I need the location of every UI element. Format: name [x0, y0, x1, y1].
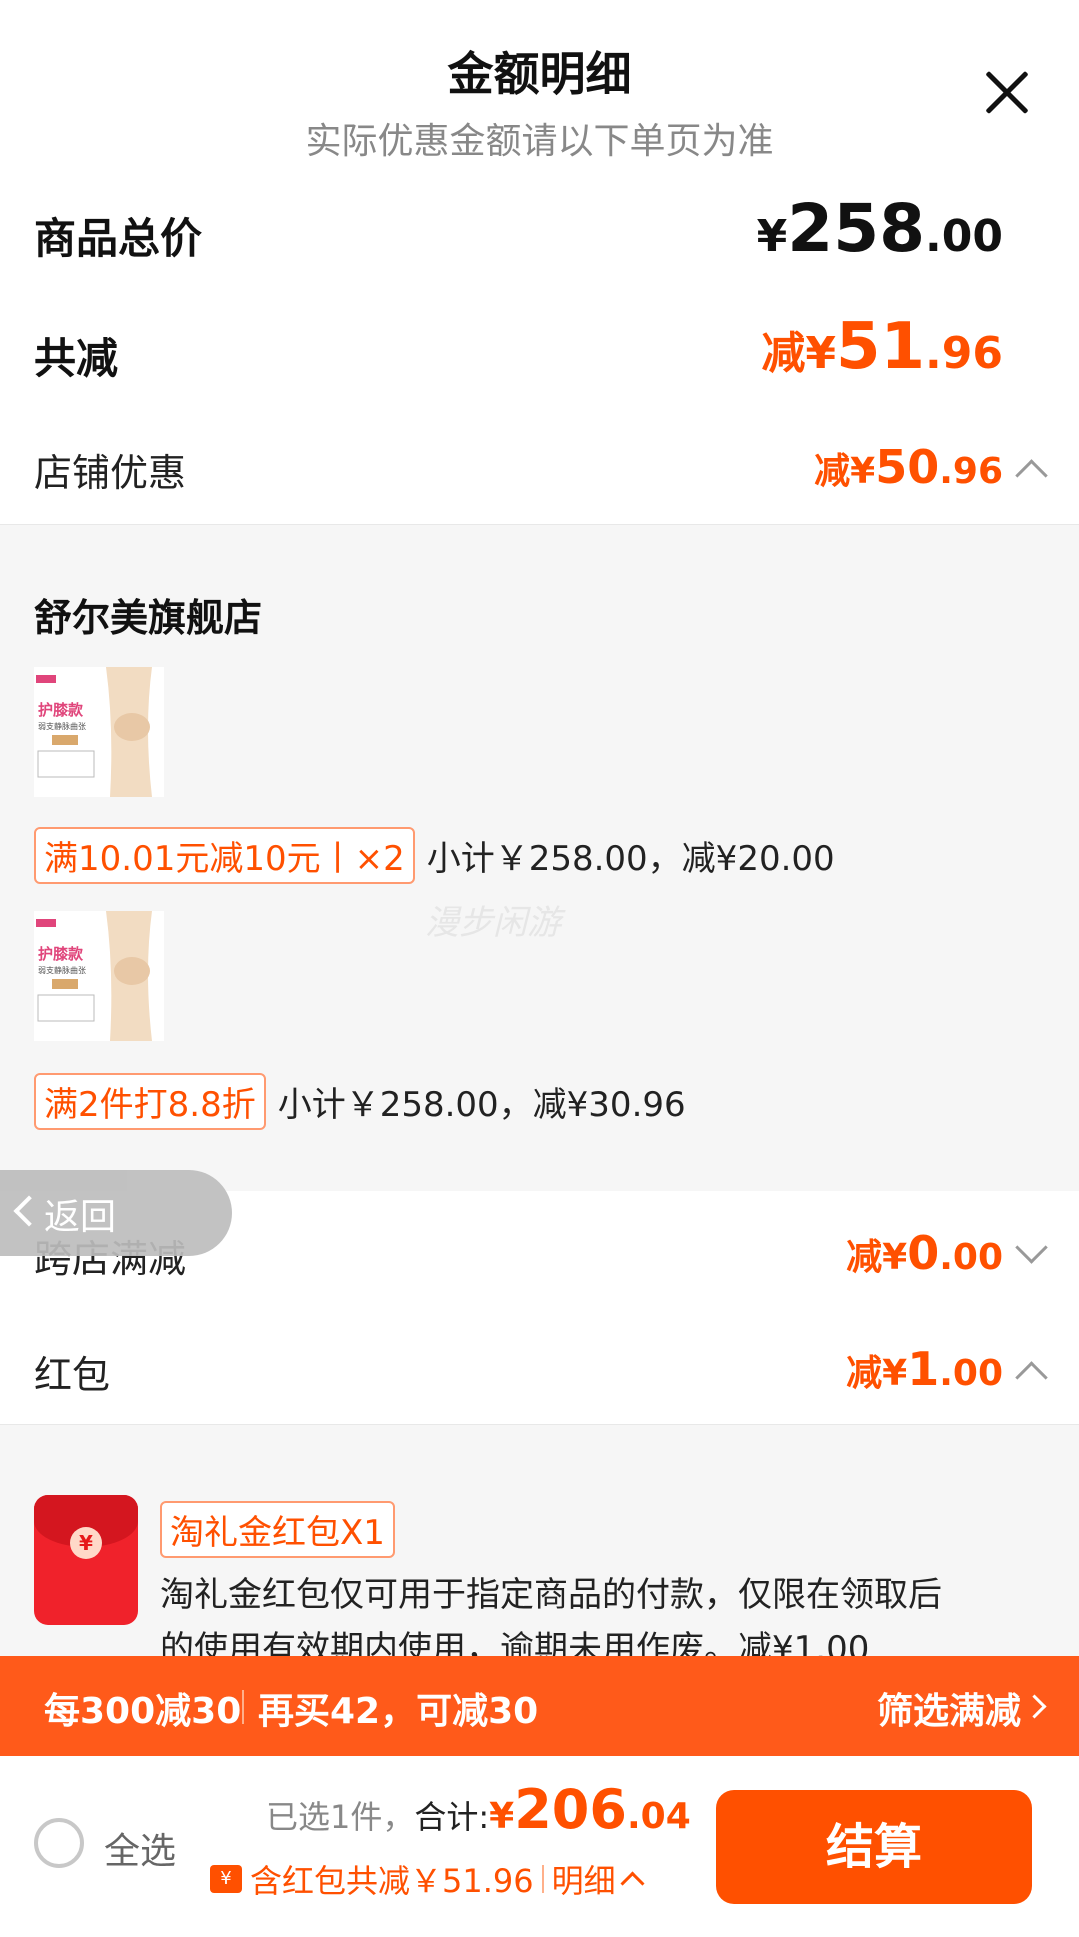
watermark: 漫步闲游: [425, 903, 561, 943]
coupon-desc-line1: 淘礼金红包仅可用于指定商品的付款，仅限在领取后: [160, 1575, 942, 1615]
promo-tag: 满10.01元减10元丨×2: [34, 827, 415, 884]
total-price-value: ¥258.00: [756, 190, 1003, 267]
red-envelope-icon: ¥: [34, 1495, 138, 1625]
chevron-up-icon[interactable]: [1015, 1361, 1048, 1394]
selected-count: 已选1件，: [266, 1798, 415, 1836]
total-summary: 已选1件，合计:¥206.04: [266, 1778, 691, 1841]
shop-discount-value[interactable]: 减¥50.96: [814, 440, 1003, 494]
red-packet-icon: ¥: [210, 1865, 242, 1893]
promo-row: 满2件打8.8折 小计￥258.00，减¥30.96: [34, 1073, 686, 1130]
chevron-left-icon: [13, 1195, 45, 1227]
cross-store-value[interactable]: 减¥0.00: [846, 1226, 1003, 1280]
chevron-up-icon: [620, 1870, 645, 1896]
back-label: 返回: [44, 1197, 117, 1238]
total-reduction-label: 共减: [34, 334, 119, 383]
product-thumbnail[interactable]: 护膝款 弱支静脉曲张: [34, 911, 164, 1041]
product-thumbnail[interactable]: 护膝款 弱支静脉曲张: [34, 667, 164, 797]
checkout-button[interactable]: 结算: [716, 1790, 1032, 1904]
discount-detail-row[interactable]: ¥ 含红包共减￥51.96 明细: [210, 1856, 645, 1902]
shop-discount-label: 店铺优惠: [34, 451, 187, 495]
coupon-desc-line2: 的使用有效期内使用，逾期未用作废。减¥1.00: [160, 1629, 870, 1657]
promo-row: 满10.01元减10元丨×2 小计￥258.00，减¥20.00: [34, 827, 835, 884]
total-label: 合计:: [414, 1798, 490, 1836]
discount-summary: 含红包共减￥51.96: [250, 1862, 534, 1900]
page-title: 金额明细: [447, 47, 632, 101]
total-amount: 206: [514, 1778, 627, 1841]
promo-bar[interactable]: 每300减30 再买42，可减30 筛选满减: [0, 1656, 1079, 1756]
red-packet-panel: ¥ 淘礼金红包X1 淘礼金红包仅可用于指定商品的付款，仅限在领取后 的使用有效期…: [0, 1424, 1079, 1657]
svg-text:护膝款: 护膝款: [38, 701, 84, 719]
total-price-label: 商品总价: [34, 214, 203, 263]
svg-text:护膝款: 护膝款: [38, 945, 84, 963]
divider: [541, 1865, 544, 1893]
divider: [242, 1690, 244, 1724]
filter-discount-link[interactable]: 筛选满减: [877, 1682, 1021, 1734]
back-button[interactable]: 返回: [0, 1170, 232, 1256]
select-all-checkbox[interactable]: [34, 1818, 84, 1868]
promo-tag: 满2件打8.8折: [34, 1073, 266, 1130]
coupon-badge: 淘礼金红包X1: [160, 1501, 395, 1558]
detail-link[interactable]: 明细: [552, 1856, 616, 1902]
chevron-right-icon: [1022, 1694, 1047, 1719]
promo-hint: 再买42，可减30: [258, 1691, 539, 1732]
total-reduction-value: 减¥51.96: [761, 310, 1003, 384]
red-packet-value[interactable]: 减¥1.00: [846, 1342, 1003, 1396]
shop-discount-panel: 舒尔美旗舰店 护膝款 弱支静脉曲张 满10.01元减10元丨×2 小计￥258.…: [0, 524, 1079, 1191]
page-subtitle: 实际优惠金额请以下单页为准: [305, 121, 774, 162]
promo-rule: 每300减30: [44, 1691, 242, 1732]
svg-text:弱支静脉曲张: 弱支静脉曲张: [38, 721, 86, 731]
chevron-up-icon[interactable]: [1015, 459, 1048, 492]
subtotal-text: 小计￥258.00，减¥20.00: [426, 839, 835, 879]
shop-name: 舒尔美旗舰店: [34, 596, 263, 640]
subtotal-text: 小计￥258.00，减¥30.96: [277, 1085, 686, 1125]
chevron-down-icon[interactable]: [1015, 1231, 1048, 1264]
red-packet-label: 红包: [34, 1353, 111, 1397]
svg-text:弱支静脉曲张: 弱支静脉曲张: [38, 965, 86, 975]
close-icon[interactable]: [985, 70, 1029, 114]
select-all-label[interactable]: 全选: [104, 1822, 176, 1874]
